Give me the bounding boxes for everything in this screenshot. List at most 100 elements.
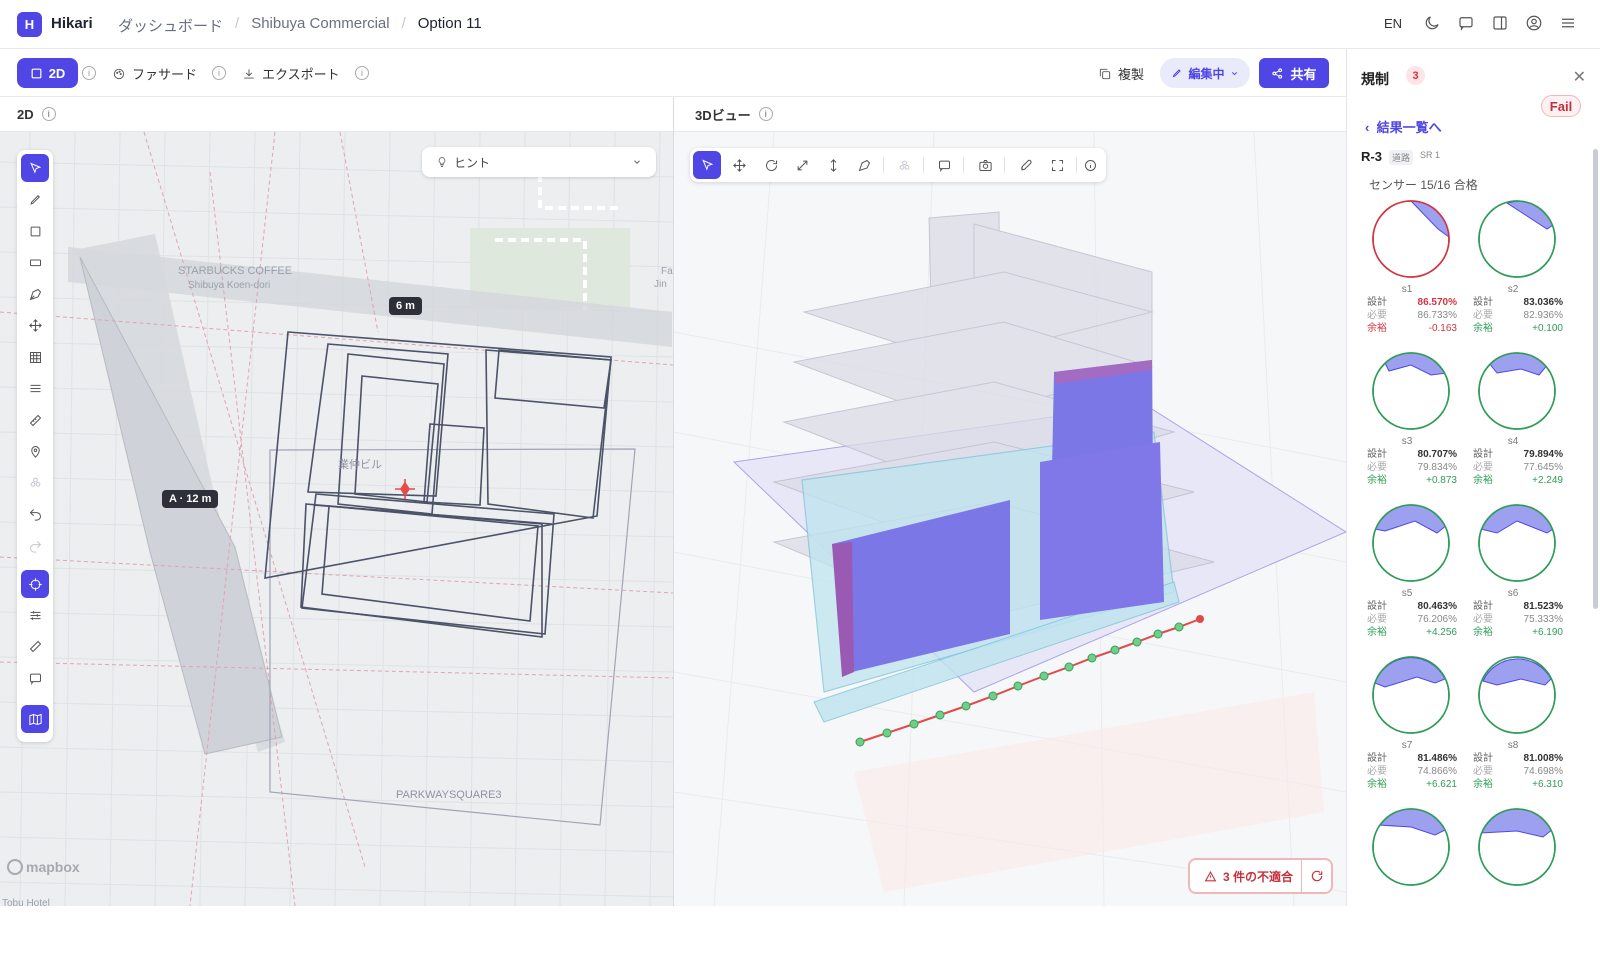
- moon-icon[interactable]: [1422, 13, 1442, 33]
- mode-2d-button[interactable]: 2D: [17, 58, 78, 88]
- refresh-button[interactable]: [1301, 860, 1331, 892]
- pen-tool-button[interactable]: [21, 280, 49, 308]
- back-to-results-link[interactable]: ‹ 結果一覧へ: [1365, 117, 1442, 136]
- info-icon: [1084, 159, 1096, 171]
- map-2d-canvas[interactable]: STARBUCKS COFFEE Shibuya Koen-dori 業仲ビル …: [0, 132, 673, 906]
- sensor-sky-dome: [1372, 656, 1450, 734]
- comment-icon[interactable]: [1456, 13, 1476, 33]
- mapbox-attribution[interactable]: mapbox: [26, 859, 80, 875]
- breadcrumb-item-option: Option 11: [417, 15, 482, 32]
- breadcrumb-item-project[interactable]: Shibuya Commercial: [251, 15, 389, 36]
- facade-label: ファサード: [132, 67, 198, 82]
- close-icon[interactable]: ✕: [1573, 67, 1586, 87]
- mode-2d-label: 2D: [48, 65, 66, 81]
- select-3d-button[interactable]: [693, 151, 721, 179]
- sensor-sky-dome: [1478, 352, 1556, 430]
- sensor-card[interactable]: s8 設計 81.008% 必要 74.698% 余裕 +6.310: [1463, 655, 1563, 805]
- cursor-icon: [701, 159, 713, 171]
- sensor-row-value: 86.733%: [1417, 310, 1457, 321]
- tree-3d-button[interactable]: [890, 151, 918, 179]
- measure-tool-button[interactable]: [21, 406, 49, 434]
- rotate-3d-button[interactable]: [757, 151, 785, 179]
- refresh-icon: [1311, 870, 1322, 882]
- sensor-row-required: 必要 82.936%: [1473, 309, 1563, 322]
- expand-diagonal-icon: [797, 160, 807, 170]
- info-icon[interactable]: i: [41, 107, 56, 121]
- sensor-row-label: 余裕: [1473, 779, 1493, 790]
- pan-3d-button[interactable]: [725, 151, 753, 179]
- sensor-card[interactable]: s4 設計 79.894% 必要 77.645% 余裕 +2.249: [1463, 351, 1563, 501]
- info-icon[interactable]: i: [82, 66, 96, 80]
- info-icon[interactable]: i: [758, 107, 773, 121]
- vertical-arrows-icon: [830, 158, 836, 172]
- move-tool-button[interactable]: [21, 311, 49, 339]
- fly-3d-button[interactable]: [1012, 151, 1040, 179]
- sensor-card[interactable]: [1357, 807, 1457, 957]
- info-icon[interactable]: i: [212, 66, 226, 80]
- panel-3d-header: 3Dビュー i: [674, 97, 1346, 132]
- camera-3d-button[interactable]: [971, 151, 999, 179]
- export-button[interactable]: エクスポート: [242, 64, 340, 83]
- move-icon: [28, 318, 42, 332]
- grid-tool-button[interactable]: [21, 343, 49, 371]
- sensor-card[interactable]: s6 設計 81.523% 必要 75.333% 余裕 +6.190: [1463, 503, 1563, 653]
- rule-sub-label: SR 1: [1420, 150, 1441, 160]
- scale-3d-button[interactable]: [788, 151, 816, 179]
- sensor-values: 設計 81.523% 必要 75.333% 余裕 +6.190: [1473, 600, 1563, 639]
- back-label: 結果一覧へ: [1376, 120, 1442, 135]
- editing-status-button[interactable]: 編集中: [1160, 58, 1250, 88]
- sensor-row-label: 余裕: [1473, 627, 1493, 638]
- sensor-card[interactable]: s2 設計 83.036% 必要 82.936% 余裕 +0.100: [1463, 199, 1563, 349]
- app-logo[interactable]: H: [17, 12, 42, 37]
- hint-dropdown[interactable]: ヒント: [422, 147, 656, 177]
- grid-icon: [29, 351, 41, 363]
- pen-3d-button[interactable]: [850, 151, 878, 179]
- user-avatar-icon[interactable]: [1524, 13, 1544, 33]
- select-tool-button[interactable]: [21, 154, 49, 182]
- info-icon[interactable]: i: [355, 66, 369, 80]
- rectangle-tool-button[interactable]: [21, 248, 49, 276]
- locate-button[interactable]: [21, 570, 49, 598]
- breadcrumb-separator: /: [235, 15, 240, 32]
- comment-button[interactable]: [21, 664, 49, 692]
- info-3d-button[interactable]: [1076, 151, 1104, 179]
- tree-tool-button[interactable]: [21, 468, 49, 496]
- map-layer-button[interactable]: [21, 705, 49, 733]
- undo-button[interactable]: [21, 500, 49, 528]
- sensor-card[interactable]: s7 設計 81.486% 必要 74.866% 余裕 +6.621: [1357, 655, 1457, 805]
- menu-icon[interactable]: [1558, 13, 1578, 33]
- adjust-button[interactable]: [21, 601, 49, 629]
- nonconformity-button[interactable]: 3 件の不適合: [1190, 868, 1301, 885]
- language-switch[interactable]: EN: [1384, 16, 1402, 31]
- view-3d-canvas[interactable]: [674, 132, 1346, 906]
- scrollbar[interactable]: [1593, 149, 1598, 609]
- sensor-row-label: 設計: [1367, 449, 1387, 460]
- pin-tool-button[interactable]: [21, 437, 49, 465]
- palette-icon: [113, 68, 125, 79]
- pencil-tool-button[interactable]: [21, 185, 49, 213]
- height-3d-button[interactable]: [819, 151, 847, 179]
- duplicate-button[interactable]: 複製: [1098, 64, 1144, 83]
- share-button[interactable]: 共有: [1259, 58, 1329, 88]
- pen-nib-icon: [858, 159, 870, 171]
- sensor-row-label: 余裕: [1367, 779, 1387, 790]
- road-width-chip[interactable]: A · 12 m: [162, 490, 219, 508]
- panel-toggle-icon[interactable]: [1490, 13, 1510, 33]
- square-tool-button[interactable]: [21, 217, 49, 245]
- sensor-card[interactable]: s5 設計 80.463% 必要 76.206% 余裕 +4.256: [1357, 503, 1457, 653]
- sensor-card[interactable]: [1463, 807, 1563, 957]
- fullscreen-3d-button[interactable]: [1043, 151, 1071, 179]
- facade-button[interactable]: ファサード: [112, 64, 197, 83]
- redo-button[interactable]: [21, 532, 49, 560]
- comment-3d-button[interactable]: [930, 151, 958, 179]
- sensor-card[interactable]: s1 設計 86.570% 必要 86.733% 余裕 -0.163: [1357, 199, 1457, 349]
- top-bar: H Hikari ダッシュボード / Shibuya Commercial / …: [0, 0, 1600, 49]
- ruler-button[interactable]: [21, 632, 49, 660]
- layers-tool-button[interactable]: [21, 374, 49, 402]
- breadcrumb-item-dashboard[interactable]: ダッシュボード: [118, 15, 223, 36]
- app-name[interactable]: Hikari: [51, 15, 93, 32]
- sensor-row-design: 設計 81.523%: [1473, 600, 1563, 613]
- sensor-name: s3: [1401, 436, 1413, 447]
- sensor-row-label: 必要: [1367, 766, 1387, 777]
- sensor-card[interactable]: s3 設計 80.707% 必要 79.834% 余裕 +0.873: [1357, 351, 1457, 501]
